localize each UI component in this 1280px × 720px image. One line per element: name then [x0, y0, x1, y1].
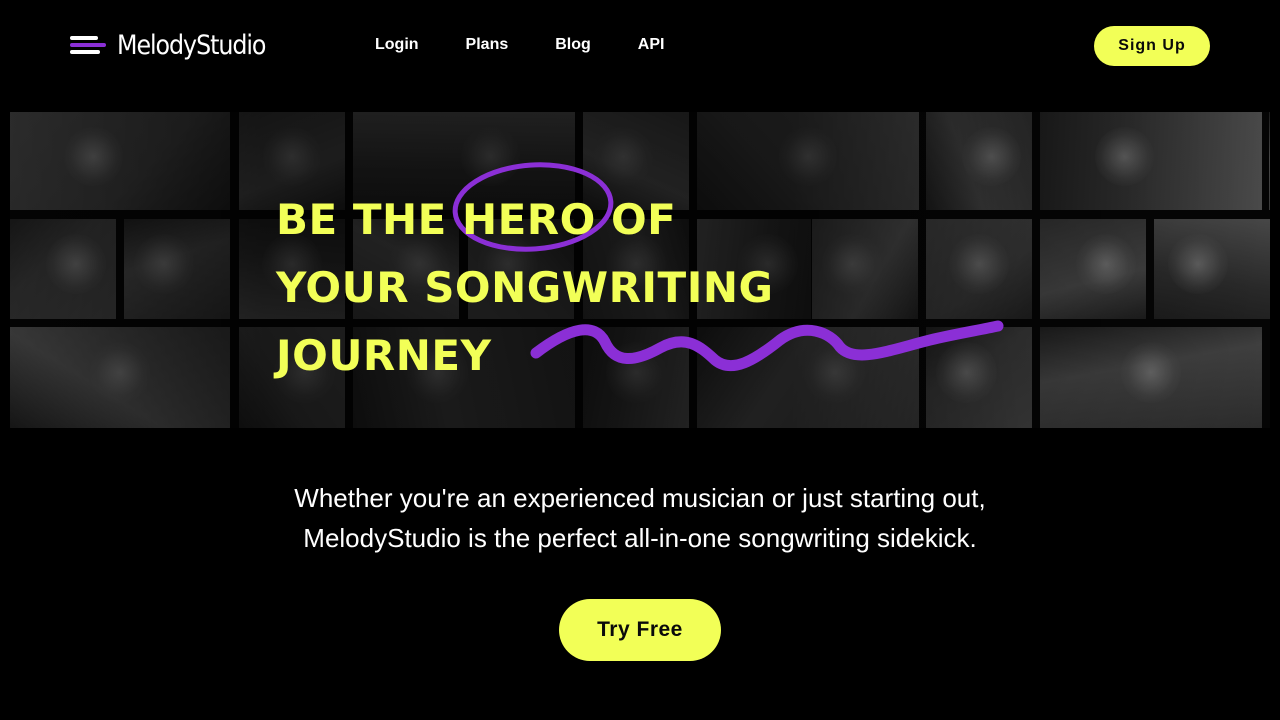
main-nav: Login Plans Blog API: [375, 36, 711, 54]
sign-up-button[interactable]: Sign Up: [1094, 26, 1210, 66]
landing-page: MelodyStudio Login Plans Blog API Sign U…: [0, 0, 1280, 720]
hero-banner: BE THE HERO OF YOUR SONGWRITING JOURNEY: [10, 112, 1270, 428]
tagline-line-1: Whether you're an experienced musician o…: [294, 483, 986, 513]
brand-name: MelodyStudio: [117, 29, 266, 61]
try-free-button[interactable]: Try Free: [559, 599, 721, 661]
nav-plans[interactable]: Plans: [466, 36, 509, 54]
nav-blog[interactable]: Blog: [555, 36, 591, 54]
nav-login[interactable]: Login: [375, 36, 419, 54]
hero-tagline: Whether you're an experienced musician o…: [0, 478, 1280, 558]
tagline-line-2: MelodyStudio is the perfect all-in-one s…: [303, 523, 977, 553]
headline-line-2: YOUR SONGWRITING: [276, 263, 774, 312]
nav-api[interactable]: API: [638, 36, 665, 54]
menu-bars-logo-icon: [70, 33, 108, 57]
brand-logo[interactable]: MelodyStudio: [70, 28, 286, 62]
site-header: MelodyStudio Login Plans Blog API Sign U…: [0, 0, 1280, 92]
headline-line-3: JOURNEY: [276, 331, 492, 380]
hero-headline: BE THE HERO OF YOUR SONGWRITING JOURNEY: [276, 186, 773, 390]
headline-line-1: BE THE HERO OF: [276, 195, 677, 244]
